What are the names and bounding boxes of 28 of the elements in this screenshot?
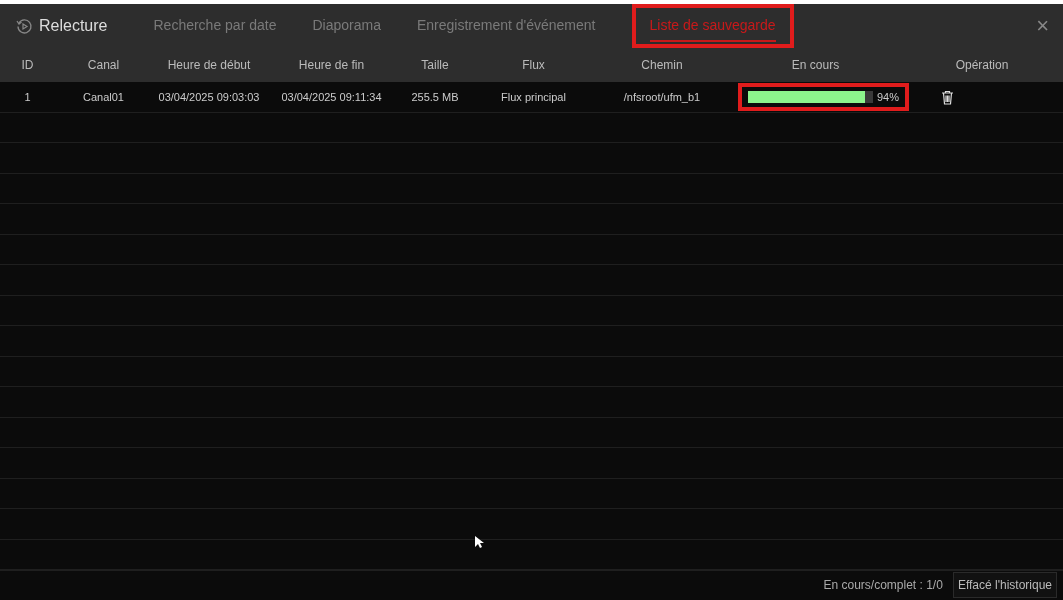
table-cell-text: 03/04/2025 09:03:03 [157,89,261,105]
table-cell-text: 1 [23,89,32,105]
window-title: Relecture [39,16,108,36]
tab[interactable]: Enregistrement d'événement [416,10,596,42]
clear-history-button[interactable]: Effacé l'historique [952,572,1057,598]
column-header: Heure de début [166,57,252,74]
progress-reading: 94% [876,89,899,105]
table-cell-text: /nfsroot/ufm_b1 [622,89,702,105]
mouse-cursor-icon [475,536,484,549]
column-header: Heure de fin [297,57,366,74]
column-header: Chemin [640,57,684,74]
table-cell-text: Canal01 [82,89,125,105]
column-header: Taille [420,57,450,74]
table-cell-text: Flux principal [500,89,567,105]
column-header: Canal [86,57,121,74]
tab[interactable]: Liste de sauvegarde [649,10,776,42]
trash-icon[interactable] [941,90,954,105]
status-summary: En cours/complet : 1/0 [823,577,943,594]
table-cell-text: 255.5 MB [410,89,460,105]
column-header: Opération [954,57,1010,74]
playback-icon [16,17,33,35]
column-header: Flux [521,57,546,74]
tab[interactable]: Recherche par date [153,10,277,42]
tab[interactable]: Diaporama [312,10,381,42]
table-cell-text: 03/04/2025 09:11:34 [280,89,383,105]
column-header: En cours [790,57,841,74]
close-button[interactable]: × [1036,15,1049,37]
column-header: ID [20,57,35,74]
